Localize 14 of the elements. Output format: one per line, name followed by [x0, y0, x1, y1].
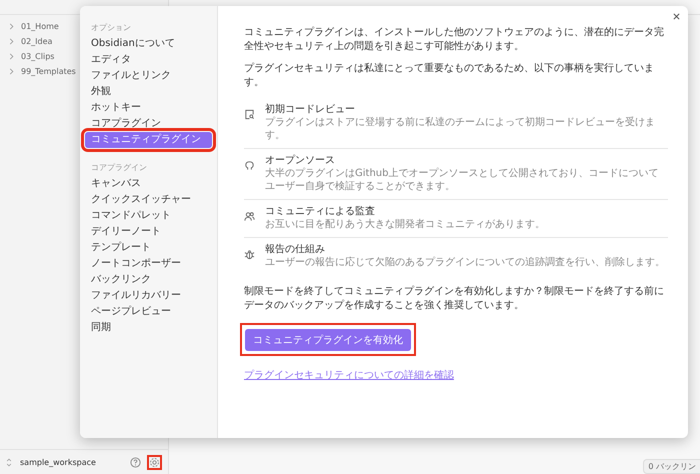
intro-text: コミュニティプラグインは、インストールした他のソフトウェアのように、潜在的にデータ完全性やセキュリティ上の問題を引き起こす可能性があります。: [244, 26, 665, 54]
measure-title: オープンソース: [265, 154, 336, 167]
nav-section-heading: オプション: [90, 22, 132, 34]
measure-description: 大半のプラグインはGithub上でオープンソースとして公開されており、コードについてユーザー自身で検証することができます。: [265, 167, 660, 193]
measure-title: 報告の仕組み: [265, 243, 326, 256]
warning-text: 制限モードを終了してコミュニティプラグインを有効化しますか？制限モードを終了する前にデータのバックアップを作成することを強く推奨しています。: [244, 285, 665, 313]
measure-description: プラグインはストアに登場する前に私達のチームによって初期コードレビューを受けます。: [265, 116, 656, 142]
measure-title: コミュニティによる監査: [265, 205, 376, 218]
measure-description: お互いに目を配りあう大きな開発者コミュニティがあります。: [265, 218, 545, 231]
backlinks-count: 0 バックリン: [643, 458, 700, 474]
measure-description: ユーザーの報告に応じて欠陥のあるプラグインについての追跡調査を行い、削除します。: [265, 256, 665, 269]
nav-section-heading: コアプラグイン: [90, 162, 148, 174]
lead-text: プラグインセキュリティは私達にとって重要なものであるため、以下の事柄を実行しています。: [244, 62, 655, 90]
measure-title: 初期コードレビュー: [265, 103, 356, 116]
